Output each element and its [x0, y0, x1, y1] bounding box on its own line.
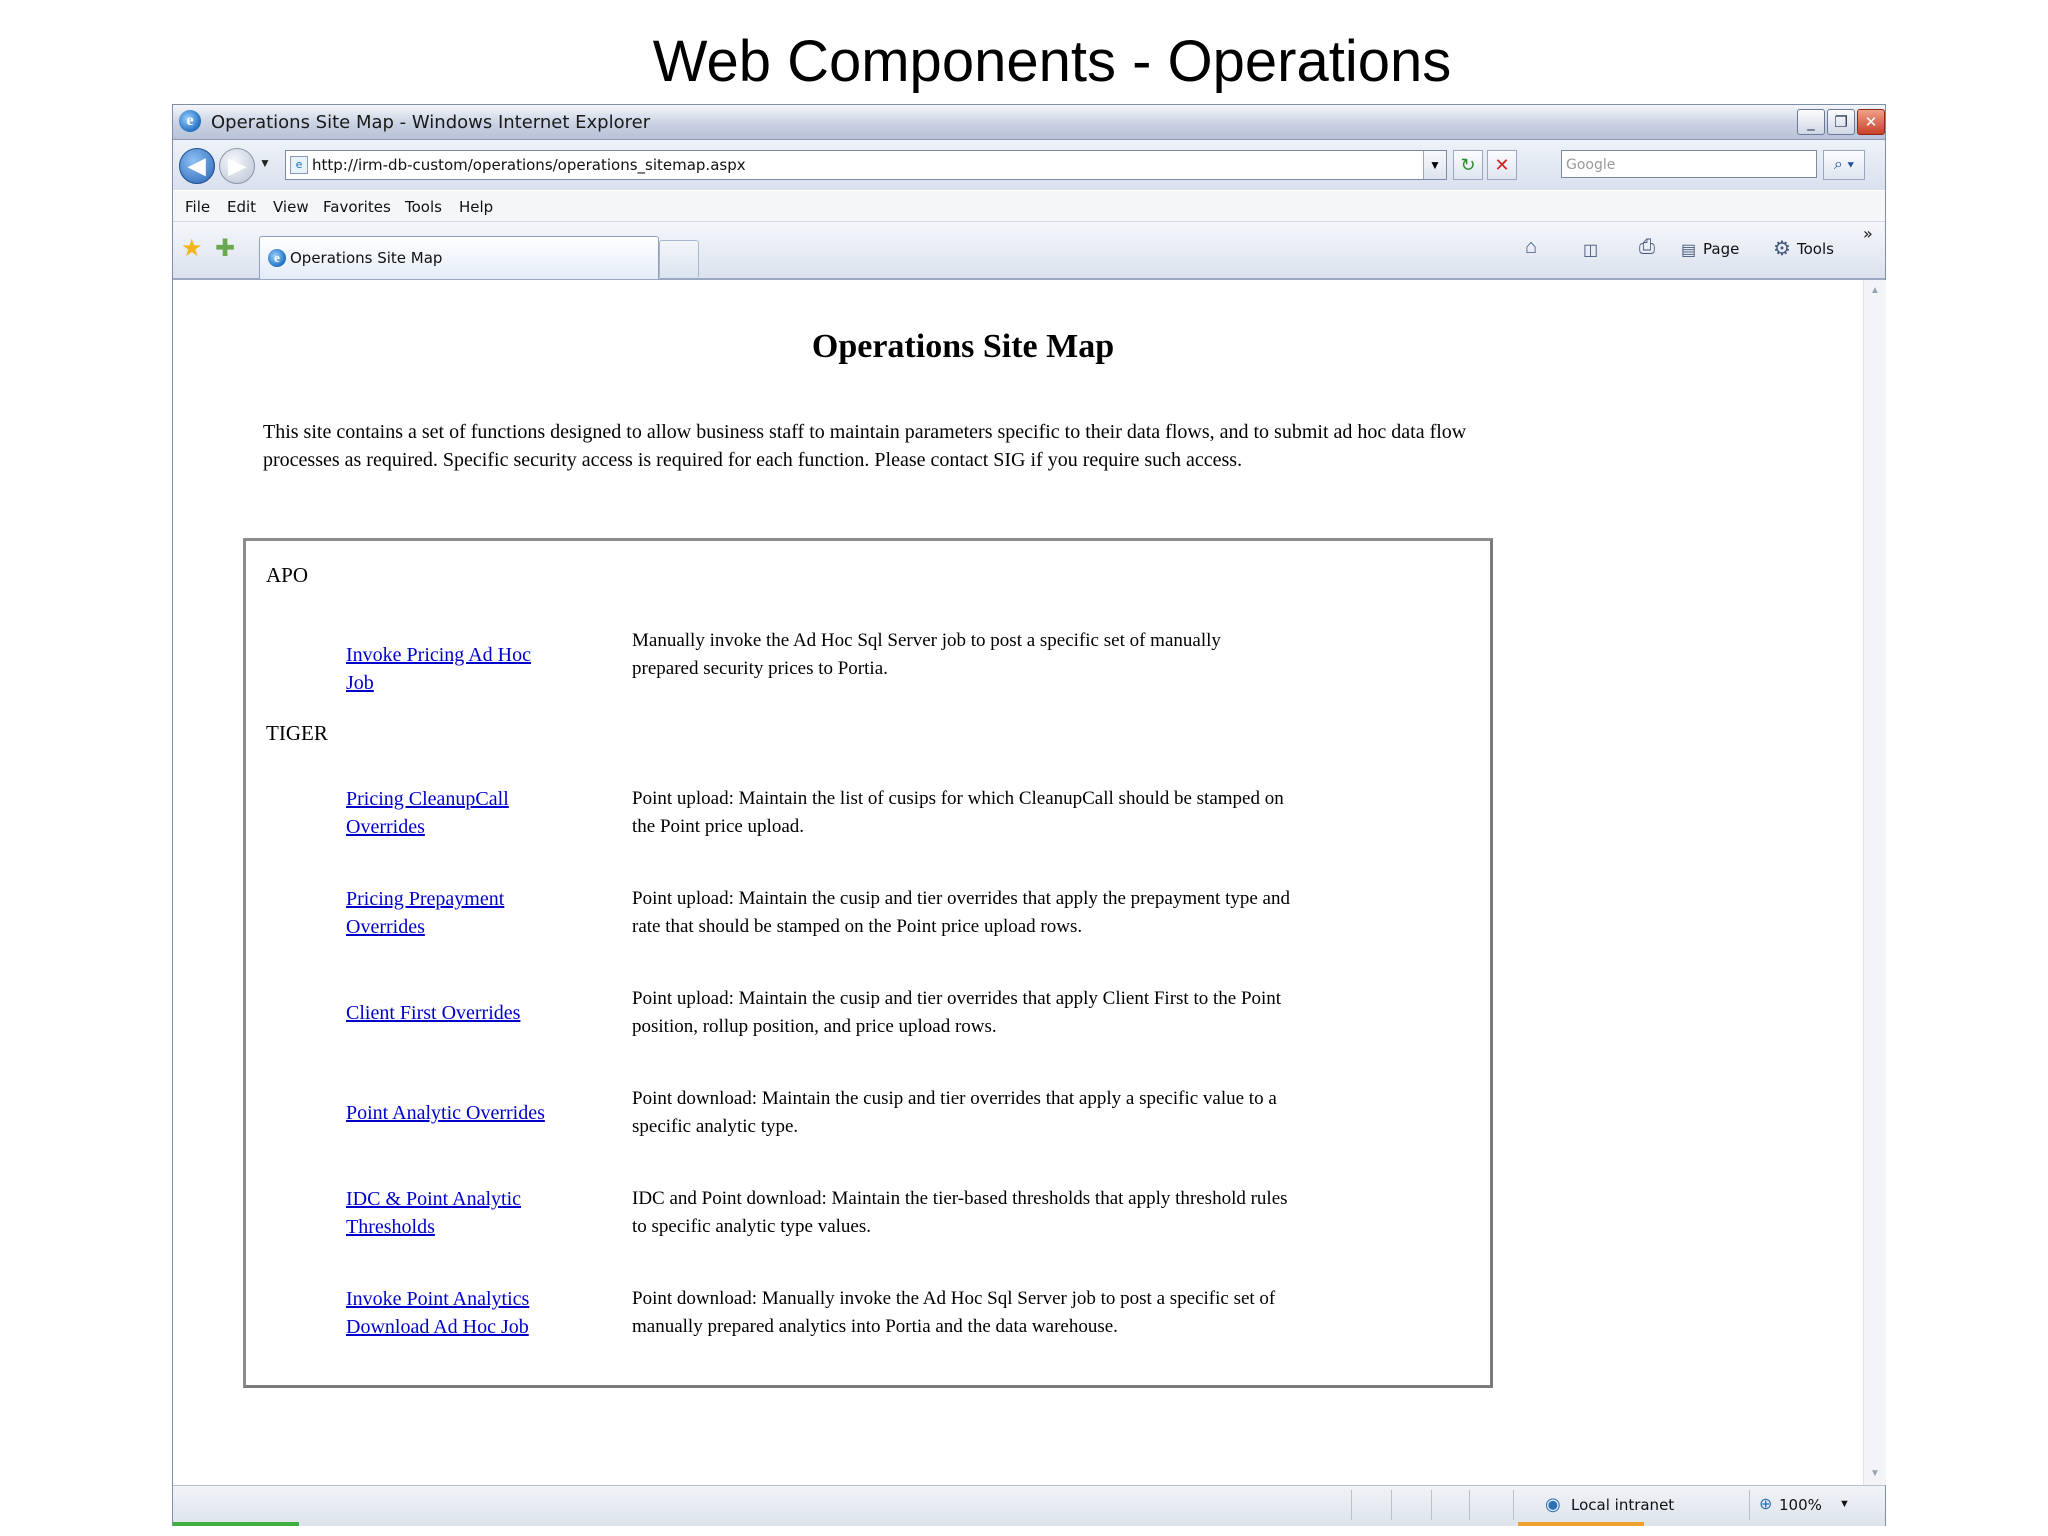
tab-operations-site-map[interactable]: e Operations Site Map	[259, 236, 659, 279]
title-bar: e Operations Site Map - Windows Internet…	[173, 105, 1885, 140]
page-menu-button[interactable]: Page	[1703, 240, 1739, 258]
link-invoke-point-analytics-download-ad-hoc-job[interactable]: Invoke Point Analytics Download Ad Hoc J…	[346, 1285, 556, 1341]
status-divider	[1469, 1490, 1470, 1520]
menu-edit[interactable]: Edit	[227, 198, 256, 216]
tab-ie-icon: e	[268, 249, 286, 267]
minimize-button[interactable]: _	[1797, 109, 1825, 135]
add-favorite-icon[interactable]: ✚	[215, 234, 235, 263]
description-pricing-prepayment-overrides: Point upload: Maintain the cusip and tie…	[632, 888, 1290, 937]
home-icon[interactable]: ⌂	[1525, 236, 1537, 259]
description-invoke-point-analytics-download-ad-hoc-job: Point download: Manually invoke the Ad H…	[632, 1288, 1276, 1337]
slide-title: Web Components - Operations	[652, 29, 1452, 94]
scroll-down-arrow-icon[interactable]: ▼	[1866, 1465, 1884, 1483]
feeds-icon[interactable]: ◫	[1583, 240, 1598, 260]
print-icon[interactable]: ⎙	[1639, 236, 1655, 259]
zoom-magnifier-icon[interactable]: ⊕	[1759, 1494, 1772, 1514]
back-button[interactable]: ◀	[179, 148, 215, 184]
link-client-first-overrides[interactable]: Client First Overrides	[346, 999, 556, 1027]
link-pricing-prepayment-overrides[interactable]: Pricing Prepayment Overrides	[346, 885, 556, 941]
link-point-analytic-overrides[interactable]: Point Analytic Overrides	[346, 1099, 556, 1127]
description-pricing-cleanupcall-overrides: Point upload: Maintain the list of cusip…	[632, 788, 1284, 837]
intranet-zone-icon: ◉	[1545, 1494, 1561, 1514]
section-heading-apo: APO	[266, 563, 309, 587]
address-dropdown-button[interactable]: ▼	[1423, 151, 1446, 179]
favorites-star-icon[interactable]: ★	[181, 234, 203, 263]
forward-button[interactable]: ▶	[219, 148, 255, 184]
description-idc-point-analytic-thresholds: IDC and Point download: Maintain the tie…	[632, 1188, 1288, 1237]
menu-file[interactable]: File	[185, 198, 210, 216]
link-pricing-cleanupcall-overrides[interactable]: Pricing CleanupCall Overrides	[346, 785, 556, 841]
progress-indicator	[173, 1522, 299, 1526]
favorites-bar: ★ ✚ e Operations Site Map ⌂ ◫ ⎙ ▤ Page ⚙…	[173, 222, 1885, 280]
window-title: Operations Site Map - Windows Internet E…	[211, 112, 651, 133]
refresh-button[interactable]: ↻	[1453, 150, 1483, 180]
section-heading-tiger: TIGER	[266, 721, 328, 745]
link-idc-point-analytic-thresholds[interactable]: IDC & Point Analytic Thresholds	[346, 1185, 556, 1241]
status-divider	[1749, 1490, 1750, 1520]
stop-button[interactable]: ✕	[1487, 150, 1517, 180]
url-text[interactable]: http://irm-db-custom/operations/operatio…	[312, 156, 746, 174]
ie-logo-icon: e	[179, 110, 201, 132]
menu-favorites[interactable]: Favorites	[323, 198, 391, 216]
menu-tools[interactable]: Tools	[405, 198, 442, 216]
intro-paragraph: This site contains a set of functions de…	[263, 421, 1467, 471]
sitemap-box: APO Invoke Pricing Ad Hoc Job Manually i…	[243, 538, 1493, 1388]
menu-view[interactable]: View	[273, 198, 309, 216]
scroll-up-arrow-icon[interactable]: ▲	[1866, 282, 1884, 300]
status-indicator	[1518, 1522, 1644, 1526]
browser-window: e Operations Site Map - Windows Internet…	[172, 104, 1886, 1526]
search-input[interactable]: Google	[1561, 150, 1817, 178]
restore-button[interactable]: ❐	[1827, 109, 1855, 135]
status-divider	[1351, 1490, 1352, 1520]
zoom-level[interactable]: 100%	[1779, 1496, 1822, 1514]
search-button[interactable]: ⌕ ▾	[1823, 150, 1865, 180]
page-icon: e	[290, 156, 308, 174]
close-button[interactable]: ✕	[1857, 109, 1885, 135]
description-invoke-pricing-ad-hoc-job: Manually invoke the Ad Hoc Sql Server jo…	[632, 630, 1221, 679]
tools-menu-button[interactable]: Tools	[1797, 240, 1834, 258]
page-icon: ▤	[1681, 242, 1697, 259]
navigation-bar: ◀ ▶ ▼ e http://irm-db-custom/operations/…	[173, 140, 1885, 190]
status-divider	[1431, 1490, 1432, 1520]
link-invoke-pricing-ad-hoc-job[interactable]: Invoke Pricing Ad Hoc Job	[346, 641, 556, 697]
tab-label: Operations Site Map	[290, 249, 443, 267]
security-zone-label: Local intranet	[1571, 1496, 1675, 1514]
status-bar: ◉ Local intranet ⊕ 100% ▼	[173, 1485, 1885, 1526]
status-divider	[1513, 1490, 1514, 1520]
zoom-dropdown-icon[interactable]: ▼	[1839, 1498, 1850, 1510]
page-content: Operations Site Map This site contains a…	[173, 280, 1863, 1485]
description-point-analytic-overrides: Point download: Maintain the cusip and t…	[632, 1088, 1277, 1137]
address-bar[interactable]: e http://irm-db-custom/operations/operat…	[285, 150, 1447, 180]
menu-help[interactable]: Help	[459, 198, 493, 216]
new-tab-button[interactable]	[659, 240, 699, 277]
tools-gear-icon: ⚙	[1773, 238, 1791, 260]
page-title: Operations Site Map	[811, 328, 1115, 365]
menu-bar: File Edit View Favorites Tools Help	[173, 191, 1885, 222]
status-divider	[1391, 1490, 1392, 1520]
recent-pages-dropdown[interactable]: ▼	[259, 156, 271, 170]
vertical-scrollbar[interactable]: ▲ ▼	[1863, 280, 1886, 1485]
chevron-more-icon[interactable]: »	[1863, 224, 1873, 243]
description-client-first-overrides: Point upload: Maintain the cusip and tie…	[632, 988, 1282, 1037]
